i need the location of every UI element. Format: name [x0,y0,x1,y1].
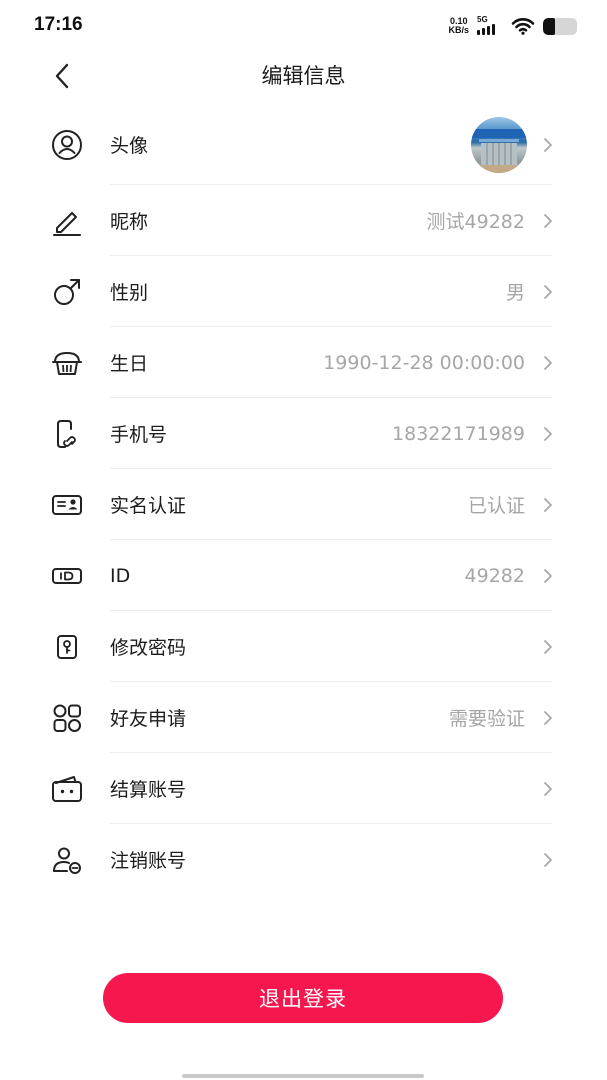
id-card-icon [50,488,84,522]
apps-grid-icon [50,701,84,735]
network-type: 5G [477,15,488,24]
row-value: 1990-12-28 00:00:00 [323,351,525,374]
row-label: 好友申请 [110,708,187,730]
row-settlement-account[interactable]: 结算账号 [0,753,607,824]
row-cancel-account[interactable]: 注销账号 [0,824,607,895]
pen-icon [50,204,84,238]
page-title: 编辑信息 [261,64,346,88]
wallet-icon [50,772,84,806]
wifi-icon [511,18,535,35]
header: 编辑信息 [0,50,607,98]
phone-link-icon [50,417,84,451]
row-label: 昵称 [110,211,149,233]
chevron-right-icon [541,353,555,373]
row-nickname[interactable]: 昵称 测试49282 [0,185,607,256]
row-friend-requests[interactable]: 好友申请 需要验证 [0,682,607,753]
row-label: ID [110,564,131,587]
row-avatar[interactable]: 头像 [0,104,607,185]
key-lock-icon [50,630,84,664]
row-value: 需要验证 [448,708,525,730]
row-label: 性别 [110,282,149,304]
row-change-password[interactable]: 修改密码 [0,611,607,682]
row-birthday[interactable]: 生日 1990-12-28 00:00:00 [0,327,607,398]
row-value: 男 [505,282,525,304]
chevron-right-icon [541,779,555,799]
battery-icon [543,17,577,35]
row-label: 手机号 [110,424,168,446]
chevron-right-icon [541,495,555,515]
chevron-right-icon [541,282,555,302]
row-label: 修改密码 [110,637,187,659]
chevron-right-icon [541,424,555,444]
status-bar: 17:16 0.10 KB/s 5G [0,0,607,50]
chevron-right-icon [541,637,555,657]
user-remove-icon [50,843,84,877]
row-id[interactable]: ID 49282 [0,540,607,611]
avatar[interactable] [471,116,527,173]
male-symbol-icon [50,275,84,309]
network-speed-unit: KB/s [448,25,469,35]
logout-button[interactable]: 退出登录 [103,973,503,1023]
chevron-right-icon [541,850,555,870]
id-badge-icon [50,559,84,593]
row-label: 结算账号 [110,779,187,801]
profile-settings-list: 头像 昵称 测试49282 性别 男 生日 1990-12-28 00:00:0… [0,104,607,895]
home-indicator[interactable] [182,1074,424,1078]
chevron-right-icon [541,135,555,155]
chevron-right-icon [541,708,555,728]
row-phone[interactable]: 手机号 18322171989 [0,398,607,469]
battery-fill [543,17,555,35]
row-gender[interactable]: 性别 男 [0,256,607,327]
row-real-name[interactable]: 实名认证 已认证 [0,469,607,540]
row-value: 测试49282 [426,211,525,233]
row-label: 注销账号 [110,850,187,872]
chevron-right-icon [541,211,555,231]
row-value: 已认证 [467,495,525,517]
row-label: 实名认证 [110,495,187,517]
cupcake-icon [50,346,84,380]
row-label: 生日 [110,353,149,375]
status-time: 17:16 [34,14,83,35]
network-speed: 0.10 KB/s [448,17,469,35]
signal-bars-icon: 5G [477,16,503,36]
user-circle-icon [50,128,84,162]
row-value: 18322171989 [392,422,525,445]
row-label: 头像 [110,135,149,157]
chevron-right-icon [541,566,555,586]
row-value: 49282 [464,564,525,587]
status-icons: 0.10 KB/s 5G [448,14,577,38]
